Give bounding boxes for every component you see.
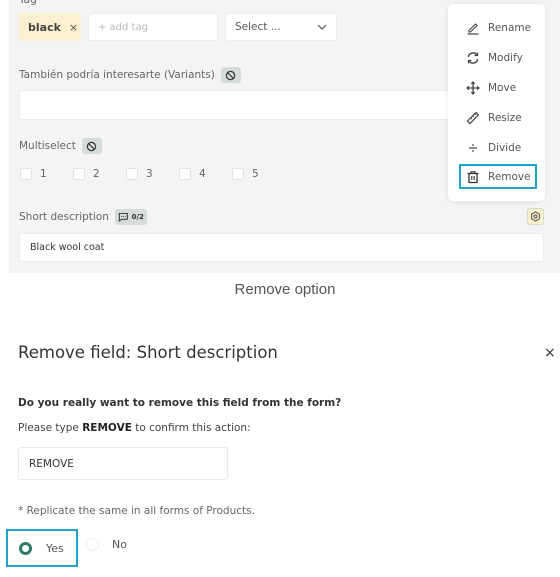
menu-item-resize[interactable]: Resize bbox=[460, 105, 538, 130]
gear-icon bbox=[531, 211, 540, 222]
confirm-remove-value: REMOVE bbox=[29, 457, 74, 470]
checkbox[interactable] bbox=[126, 168, 138, 180]
ban-icon bbox=[226, 70, 236, 80]
option-label: 2 bbox=[93, 168, 100, 180]
menu-item-rename[interactable]: Rename bbox=[460, 15, 538, 40]
short-description-field-label: Short description 0/2 bbox=[19, 209, 147, 225]
tag-remove-icon[interactable]: × bbox=[69, 21, 78, 34]
dialog-instruction: Please type REMOVE to confirm this actio… bbox=[18, 422, 251, 434]
radio-no-label: No bbox=[112, 538, 127, 551]
replicate-no-option[interactable]: No bbox=[86, 538, 127, 551]
multiselect-option[interactable]: 5 bbox=[232, 168, 285, 180]
tag-chip-label: black bbox=[28, 20, 61, 34]
multiselect-options: 1 2 3 4 5 bbox=[20, 168, 285, 180]
field-settings-button[interactable] bbox=[527, 208, 544, 225]
dialog-question: Do you really want to remove this field … bbox=[18, 397, 342, 409]
option-label: 4 bbox=[199, 168, 206, 180]
checkbox[interactable] bbox=[20, 168, 32, 180]
add-tag-placeholder: + add tag bbox=[98, 21, 148, 33]
option-label: 3 bbox=[146, 168, 153, 180]
tag-field-label: Tag bbox=[19, 0, 37, 6]
short-description-input[interactable]: Black wool coat bbox=[19, 233, 544, 262]
close-icon[interactable]: × bbox=[544, 345, 556, 361]
comment-count-badge[interactable]: 0/2 bbox=[114, 209, 147, 225]
menu-item-move[interactable]: Move bbox=[460, 75, 538, 100]
multiselect-option[interactable]: 2 bbox=[73, 168, 126, 180]
add-tag-input[interactable]: + add tag bbox=[88, 13, 218, 41]
menu-item-remove[interactable]: Remove bbox=[459, 164, 537, 189]
field-context-menu: Rename Modify Move Resize Divide Remove bbox=[448, 4, 545, 201]
move-arrows-icon bbox=[466, 80, 480, 95]
ban-icon bbox=[87, 141, 97, 151]
multiselect-option[interactable]: 4 bbox=[179, 168, 232, 180]
multiselect-option[interactable]: 1 bbox=[20, 168, 73, 180]
multiselect-option[interactable]: 3 bbox=[126, 168, 179, 180]
dialog-title: Remove field: Short description bbox=[18, 343, 278, 362]
radio-no[interactable] bbox=[86, 538, 99, 551]
replicate-label: * Replicate the same in all forms of Pro… bbox=[18, 505, 255, 517]
menu-item-label: Resize bbox=[488, 111, 522, 124]
select-value: Select ... bbox=[235, 21, 281, 33]
menu-item-label: Move bbox=[488, 81, 517, 94]
tag-select[interactable]: Select ... bbox=[225, 13, 337, 41]
menu-item-label: Modify bbox=[488, 51, 523, 64]
chevron-down-icon bbox=[317, 24, 327, 30]
divide-icon bbox=[469, 143, 477, 152]
instruction-keyword: REMOVE bbox=[82, 422, 132, 434]
ruler-icon bbox=[466, 111, 480, 124]
instruction-prefix: Please type bbox=[18, 422, 83, 434]
pencil-line-icon bbox=[467, 22, 479, 35]
option-label: 5 bbox=[252, 168, 259, 180]
checkbox[interactable] bbox=[73, 168, 85, 180]
checkbox[interactable] bbox=[232, 168, 244, 180]
radio-yes[interactable] bbox=[19, 541, 32, 555]
replicate-yes-option[interactable]: Yes bbox=[6, 529, 78, 567]
multiselect-field-label: Multiselect bbox=[19, 138, 102, 154]
refresh-icon bbox=[467, 51, 479, 64]
variants-status-badge[interactable] bbox=[220, 67, 241, 83]
checkbox[interactable] bbox=[179, 168, 191, 180]
menu-item-label: Rename bbox=[488, 21, 532, 34]
confirm-remove-input[interactable]: REMOVE bbox=[18, 447, 228, 480]
menu-item-divide[interactable]: Divide bbox=[460, 135, 538, 160]
variants-label-text: También podría interesarte (Variants) bbox=[19, 69, 215, 81]
menu-item-modify[interactable]: Modify bbox=[460, 45, 538, 70]
comment-icon bbox=[118, 212, 128, 222]
menu-item-label: Remove bbox=[488, 170, 531, 183]
option-label: 1 bbox=[40, 168, 47, 180]
figure-caption: Remove option bbox=[234, 281, 336, 298]
trash-icon bbox=[467, 170, 479, 183]
multiselect-status-badge[interactable] bbox=[81, 138, 102, 154]
short-description-value: Black wool coat bbox=[30, 242, 105, 253]
multiselect-label-text: Multiselect bbox=[19, 140, 76, 152]
variants-field-label: También podría interesarte (Variants) bbox=[19, 67, 241, 83]
tag-chip: black × bbox=[19, 13, 81, 41]
comment-count: 0/2 bbox=[131, 213, 144, 221]
short-description-label-text: Short description bbox=[19, 211, 109, 223]
instruction-suffix: to confirm this action: bbox=[131, 422, 251, 434]
menu-item-label: Divide bbox=[488, 141, 522, 154]
radio-yes-label: Yes bbox=[46, 541, 64, 555]
